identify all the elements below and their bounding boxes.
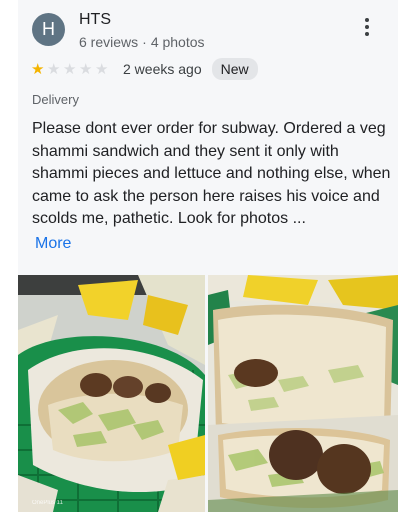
star-icon: ★ xyxy=(47,60,61,78)
review-card: H HTS 6 reviews · 4 photos ★ ★ ★ ★ ★ 2 wee… xyxy=(18,0,398,512)
open-sandwich-image xyxy=(208,275,398,512)
photo-count: 4 photos xyxy=(150,34,205,50)
star-icon: ★ xyxy=(79,60,93,78)
review-text: Please dont ever order for subway. Order… xyxy=(32,120,391,228)
star-icon: ★ xyxy=(95,60,109,78)
review-count: 6 reviews xyxy=(79,34,139,50)
star-rating: ★ ★ ★ ★ ★ xyxy=(31,62,111,77)
sandwich-in-basket-image xyxy=(18,275,205,512)
reviewer-name[interactable]: HTS xyxy=(79,11,111,29)
service-type-label: Delivery xyxy=(32,92,79,107)
review-photos: OnePlus 11 xyxy=(18,275,398,512)
more-link[interactable]: More xyxy=(35,235,71,253)
review-photo-1[interactable]: OnePlus 11 xyxy=(18,275,205,512)
new-badge: New xyxy=(211,58,258,80)
meta-separator: · xyxy=(142,34,147,50)
reviewer-meta: 6 reviews · 4 photos xyxy=(79,34,205,50)
review-time: 2 weeks ago xyxy=(123,61,202,77)
star-icon: ★ xyxy=(31,60,45,78)
more-vert-icon[interactable] xyxy=(360,18,374,40)
photo-watermark: OnePlus 11 xyxy=(32,500,63,506)
review-photo-2[interactable] xyxy=(208,275,398,512)
rating-row: ★ ★ ★ ★ ★ 2 weeks ago New xyxy=(31,58,258,80)
star-icon: ★ xyxy=(63,60,77,78)
avatar[interactable]: H xyxy=(32,13,65,46)
